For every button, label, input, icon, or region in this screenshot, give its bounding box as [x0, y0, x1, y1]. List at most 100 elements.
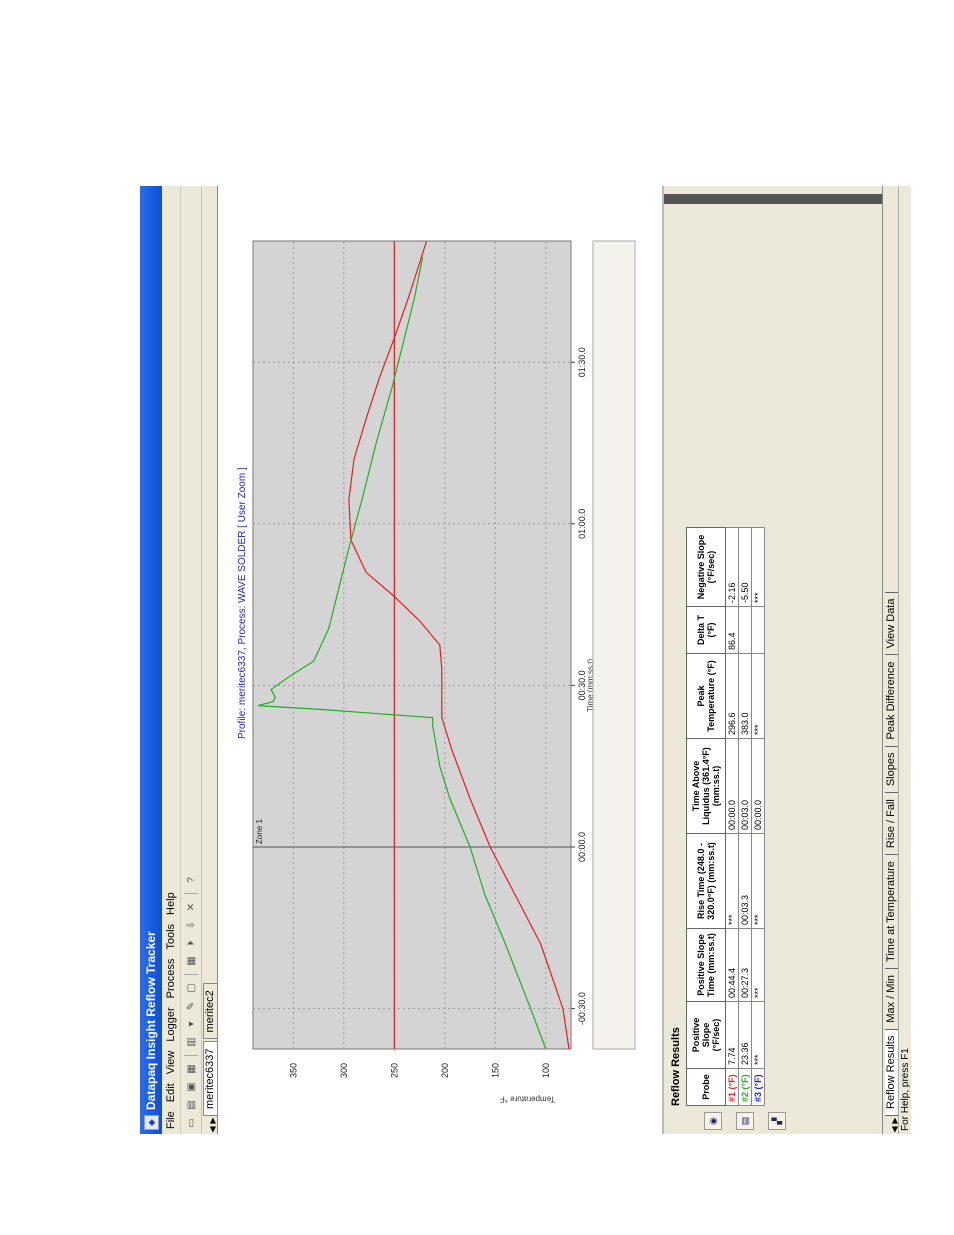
document-tabs: ◀ ▶ meritec6337 meritec2 [202, 186, 218, 1134]
status-bar: For Help, press F1 [898, 186, 911, 1134]
menu-tools[interactable]: Tools [165, 924, 177, 950]
time-tick-label: 01:30.0 [577, 347, 587, 377]
col-rise-time: Rise Time (248.0 - 320.0°F) (mm:ss.t) [686, 833, 726, 929]
y-axis-ticks: 100 150 200 250 300 350 [288, 1063, 550, 1078]
table-cell: 86.4 [725, 606, 739, 654]
help-icon[interactable]: ? [184, 873, 198, 887]
menu-edit[interactable]: Edit [165, 1083, 177, 1102]
new-file-icon[interactable]: ▭ [184, 1116, 198, 1130]
window-title: Datapaq Insight Reflow Tracker [144, 931, 158, 1110]
table-cell: 23.36 [738, 1001, 752, 1069]
table-cell: 00:03.3 [738, 833, 752, 929]
table-cell: 7.74 [725, 1001, 739, 1069]
tab-peak-difference[interactable]: Peak Difference [885, 654, 899, 747]
probe-icon[interactable]: ✎ [184, 999, 198, 1013]
table-cell: 383.0 [738, 653, 752, 739]
tab-slopes[interactable]: Slopes [885, 745, 899, 794]
col-probe: Probe [686, 1068, 726, 1106]
step-icon[interactable]: ⏵ [184, 936, 198, 950]
col-positive-slope-time: Positive Slope Time (mm:ss.t) [686, 928, 726, 1002]
toolbar-separator [184, 1053, 198, 1056]
results-title: Reflow Results [670, 1027, 682, 1106]
page-icon[interactable]: ▢ [184, 981, 198, 995]
results-side-toolbar: ◉ ▤ ▞ [704, 1110, 800, 1130]
table-row: #1 (°F) 7.74 00:44.4 *** 00:00.0 296.6 86.4 -2.… [725, 527, 739, 1106]
tab-view-data[interactable]: View Data [885, 591, 899, 656]
pin-icon[interactable]: ◉ [704, 1112, 722, 1130]
table-cell: 00:03.0 [738, 738, 752, 834]
y-tick-label: 150 [490, 1063, 500, 1078]
distance-scrollbar [592, 240, 636, 1050]
print-results-icon[interactable]: ▤ [736, 1112, 754, 1130]
tab-max-min[interactable]: Max / Min [885, 967, 899, 1030]
table-cell [751, 606, 765, 654]
time-tick-label: 01:00.0 [577, 509, 587, 539]
menu-view[interactable]: View [165, 1051, 177, 1075]
title-bar[interactable]: ◆ Datapaq Insight Reflow Tracker [140, 186, 162, 1134]
table-cell: *** [751, 1001, 765, 1069]
col-delta-t: Delta T (°F) [686, 606, 726, 654]
table-cell [738, 606, 752, 654]
y-tick-label: 200 [440, 1063, 450, 1078]
toolbar-separator [184, 972, 198, 975]
table-cell: 00:27.3 [738, 928, 752, 1002]
import-icon[interactable]: ⇩ [184, 918, 198, 932]
app-icon: ◆ [143, 1115, 159, 1130]
results-tabs: ◀ ▶ Reflow Results Max / Min Time at Tem… [882, 186, 899, 1134]
chart-caption: Profile: meritec6337, Process: WAVE SOLD… [237, 467, 248, 739]
tab-time-at-temperature[interactable]: Time at Temperature [885, 854, 899, 969]
time-tick-label: 00:00.0 [577, 832, 587, 862]
col-negative-slope: Negative Slope (°F/sec) [686, 527, 726, 607]
probe-cell[interactable]: #2 (°F) [738, 1068, 752, 1106]
tab-meritec6337[interactable]: meritec6337 [203, 1041, 217, 1116]
tools-icon[interactable]: ✕ [184, 900, 198, 914]
chart-pane: Temperature °F 100 150 200 250 300 350 -00:30… [218, 186, 662, 1134]
print-icon[interactable]: ▦ [184, 1062, 198, 1076]
save-icon[interactable]: ▣ [184, 1080, 198, 1094]
logger-icon[interactable]: ▥ [184, 1035, 198, 1049]
menu-file[interactable]: File [165, 1111, 177, 1129]
time-axis-ticks: -00:30.000:00.000:30.001:00.001:30.0Time… [571, 347, 595, 1025]
grid-icon[interactable]: ▦ [184, 954, 198, 968]
menu-help[interactable]: Help [165, 892, 177, 915]
y-tick-label: 350 [288, 1063, 298, 1078]
toolbar: ▭ ▤ ▣ ▦ ▥ ▾ ✎ ▢ ▦ ⏵ ⇩ ✕ ? [181, 186, 202, 1134]
tab-scroll-left-icon[interactable]: ◀ [208, 1125, 217, 1134]
screenshot-frame: ◆ Datapaq Insight Reflow Tracker File Ed… [140, 186, 911, 1134]
probe-cell[interactable]: #3 (°F) [751, 1068, 765, 1106]
app-window: ◆ Datapaq Insight Reflow Tracker File Ed… [140, 186, 911, 1134]
dropdown-arrow-icon[interactable]: ▾ [184, 1017, 198, 1031]
zone-label: Zone 1 [255, 819, 264, 844]
toolbar-separator [184, 891, 198, 894]
menu-bar: File Edit View Logger Process Tools Help [162, 186, 181, 1134]
color-probe-icon[interactable]: ▞ [768, 1112, 786, 1130]
table-row: #2 (°F) 23.36 00:27.3 00:03.3 00:03.0 383.0 -5… [738, 527, 752, 1106]
col-peak-temperature: Peak Temperature (°F) [686, 653, 726, 739]
table-cell: *** [751, 527, 765, 607]
results-header-row: Probe Positive Slope (°F/sec) Positive S… [686, 527, 726, 1106]
table-cell: 00:00.0 [725, 738, 739, 834]
tab-meritec2[interactable]: meritec2 [203, 983, 217, 1040]
table-row: #3 (°F) *** *** *** 00:00.0 *** *** [751, 527, 765, 1106]
y-tick-label: 250 [389, 1063, 399, 1078]
y-tick-label: 300 [339, 1063, 349, 1078]
menu-process[interactable]: Process [165, 959, 177, 999]
tab-scroll-right-icon[interactable]: ▶ [208, 1116, 217, 1125]
open-folder-icon[interactable]: ▤ [184, 1098, 198, 1112]
table-cell: -5.50 [738, 527, 752, 607]
table-cell: *** [725, 833, 739, 929]
probe-cell[interactable]: #1 (°F) [725, 1068, 739, 1106]
col-positive-slope: Positive Slope (°F/sec) [686, 1001, 726, 1069]
table-cell: 296.6 [725, 653, 739, 739]
temperature-chart[interactable]: 100150200250300350 -00:30.000:00.000:30.… [218, 186, 662, 1134]
results-table: Probe Positive Slope (°F/sec) Positive S… [686, 527, 765, 1106]
panel-splitter[interactable] [664, 194, 884, 204]
table-cell: 00:00.0 [751, 738, 765, 834]
tab-reflow-results[interactable]: Reflow Results [885, 1028, 899, 1116]
y-tick-label: 100 [541, 1063, 551, 1078]
reflow-results-panel: ◉ ▤ ▞ Reflow Results Probe Positive Slop… [662, 186, 884, 1134]
tab-rise-fall[interactable]: Rise / Fall [885, 792, 899, 856]
table-cell: 00:44.4 [725, 928, 739, 1002]
menu-logger[interactable]: Logger [165, 1007, 177, 1041]
table-cell: *** [751, 833, 765, 929]
